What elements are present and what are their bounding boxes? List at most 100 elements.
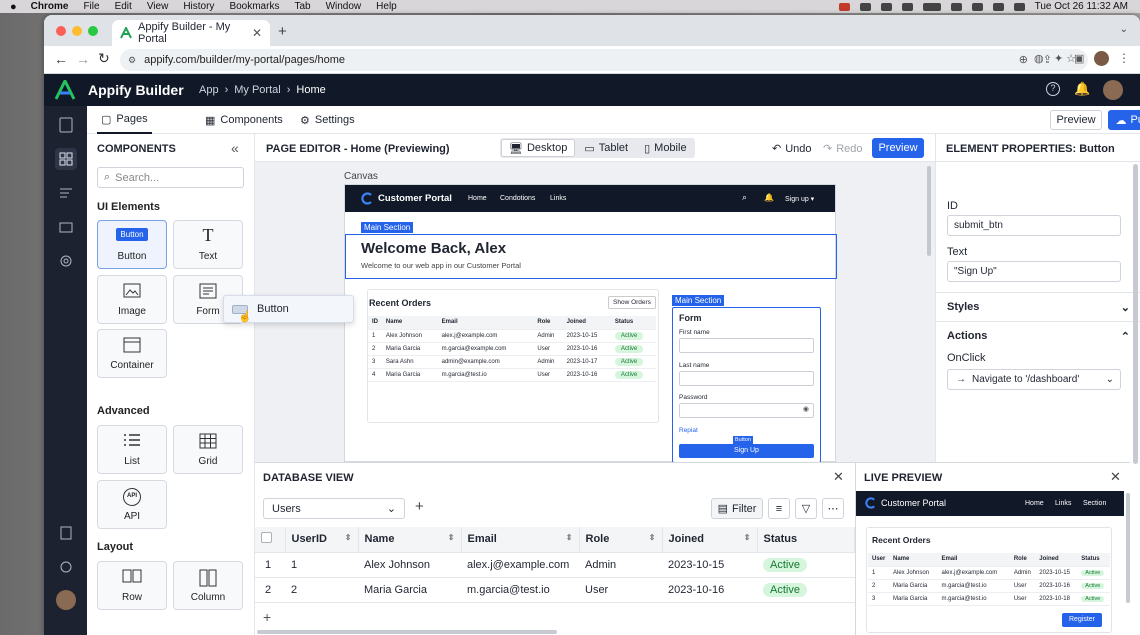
add-row-icon[interactable]: + <box>263 609 271 625</box>
repiat-link[interactable]: Repiat <box>679 427 698 434</box>
site-info-icon[interactable]: ⚙ <box>128 55 136 66</box>
sort-button[interactable]: ≡ <box>768 498 790 519</box>
extension-icon[interactable]: ◍ <box>1034 52 1044 65</box>
breadcrumb-app[interactable]: App <box>199 84 219 96</box>
cell-name[interactable]: Maria Garcia <box>358 577 461 603</box>
apple-icon[interactable]: ● <box>10 1 17 13</box>
back-arrow-icon[interactable]: ← <box>54 51 68 67</box>
menu-tab[interactable]: Tab <box>294 1 310 12</box>
device-tablet[interactable]: ▭ Tablet <box>576 142 636 155</box>
col-role[interactable]: Role ⇕ <box>579 527 663 553</box>
id-input[interactable]: submit_btn <box>947 215 1121 236</box>
button-tag[interactable]: Button <box>733 436 753 444</box>
text-input[interactable]: "Sign Up" <box>947 261 1121 282</box>
component-text-tile[interactable]: T Text <box>173 220 243 269</box>
sidebar-icon[interactable]: ▣ <box>1074 52 1084 65</box>
table-row[interactable]: 4 Maria Garcia m.garcia@test.io User 2023-10… <box>368 368 656 382</box>
component-api-tile[interactable]: API API <box>97 480 167 529</box>
menubar-clock[interactable]: Tue Oct 26 11:32 AM <box>1035 1 1128 12</box>
component-grid-tile[interactable]: Grid <box>173 425 243 474</box>
collapse-panel-icon[interactable]: « <box>231 140 239 156</box>
cell-status[interactable]: Active <box>757 552 855 578</box>
browser-tab[interactable]: Appify Builder - My Portal ✕ <box>112 20 270 46</box>
editor-preview-button[interactable]: Preview <box>872 138 924 158</box>
zoom-icon[interactable]: ⊕ <box>1019 53 1028 66</box>
close-live-preview-icon[interactable]: ✕ <box>1110 469 1121 485</box>
table-row[interactable]: 1 Alex Johnson alex.j@example.com Admin 2023… <box>368 329 656 343</box>
canvas-signup-link[interactable]: Sign up ▾ <box>785 195 814 203</box>
menu-help[interactable]: Help <box>376 1 397 12</box>
live-register-button[interactable]: Register <box>1062 613 1102 627</box>
component-list-tile[interactable]: List <box>97 425 167 474</box>
component-row-tile[interactable]: Row <box>97 561 167 610</box>
menu-edit[interactable]: Edit <box>115 1 132 12</box>
menu-history[interactable]: History <box>183 1 214 12</box>
device-desktop[interactable]: 🖥 Desktop <box>501 139 576 157</box>
col-name[interactable]: Name ⇕ <box>358 527 462 553</box>
filter-button[interactable]: ▤ Filter <box>711 498 763 519</box>
wifi-icon[interactable] <box>950 2 962 11</box>
breadcrumb-home[interactable]: Home <box>296 84 325 96</box>
table-row[interactable]: 2 Maria Garcia m.garcia@test.io User 2023-10… <box>868 579 1110 593</box>
cell-name[interactable]: Alex Johnson <box>358 552 461 578</box>
help-icon[interactable]: ? <box>1046 82 1060 96</box>
tab-components[interactable]: ▦ Components <box>205 106 283 134</box>
live-scrollbar[interactable] <box>1126 493 1130 603</box>
col-userid[interactable]: UserID ⇕ <box>285 527 359 553</box>
reload-icon[interactable]: ↻ <box>98 50 110 67</box>
cell-email[interactable]: m.garcia@test.io <box>461 577 579 603</box>
undo-button[interactable]: ↶ Undo <box>772 142 812 156</box>
component-column-tile[interactable]: Column <box>173 561 243 610</box>
component-search-input[interactable]: ⌕ Search... <box>97 167 244 188</box>
rail-preferences-icon[interactable] <box>55 556 77 578</box>
col-email[interactable]: Email ⇕ <box>461 527 580 553</box>
styles-accordion[interactable]: Styles ⌄ <box>936 293 1140 321</box>
welcome-section[interactable]: Welcome Back, Alex Welcome to our web ap… <box>345 234 837 279</box>
section-tag[interactable]: Main Section <box>361 222 414 233</box>
last-name-input[interactable] <box>679 371 814 386</box>
table-row[interactable]: 1 Alex Johnson alex.j@example.com Admin 2023… <box>868 566 1110 580</box>
live-nav-home[interactable]: Home <box>1025 500 1044 507</box>
control-center-icon[interactable] <box>992 2 1004 11</box>
profile-avatar[interactable] <box>1094 51 1109 66</box>
menu-file[interactable]: File <box>83 1 99 12</box>
onclick-select[interactable]: → Navigate to '/dashboard' ⌄ <box>947 369 1121 390</box>
col-status[interactable]: Status <box>757 527 855 553</box>
table-row[interactable]: 3 Sara Ashn admin@example.com Admin 2023-10-… <box>368 355 656 369</box>
status-app-icon[interactable] <box>880 2 892 11</box>
actions-accordion[interactable]: Actions ⌃ <box>936 322 1140 350</box>
cell-joined[interactable]: 2023-10-16 <box>662 577 757 603</box>
bell-icon[interactable]: 🔔 <box>1074 81 1090 97</box>
cell-userid[interactable]: 2 <box>285 577 358 603</box>
status-app-icon[interactable] <box>859 2 871 11</box>
close-tab-icon[interactable]: ✕ <box>252 26 262 40</box>
zoom-window-button[interactable] <box>88 26 98 36</box>
rail-data-icon[interactable] <box>55 182 77 204</box>
rail-user-avatar[interactable] <box>56 590 76 610</box>
forward-arrow-icon[interactable]: → <box>76 51 90 67</box>
properties-scrollbar[interactable] <box>1133 164 1138 464</box>
bluetooth-icon[interactable] <box>901 2 913 11</box>
cell-email[interactable]: alex.j@example.com <box>461 552 579 578</box>
canvas-nav-home[interactable]: Home <box>468 195 487 202</box>
canvas-nav-links[interactable]: Links <box>550 195 566 202</box>
puzzle-icon[interactable]: ✦ <box>1054 52 1063 65</box>
eye-icon[interactable]: ◉ <box>803 405 809 413</box>
table-row[interactable]: 1 1 Alex Johnson alex.j@example.com Admi… <box>255 552 855 578</box>
form-section-tag[interactable]: Main Section <box>672 295 725 306</box>
menu-view[interactable]: View <box>147 1 169 12</box>
password-input[interactable]: ◉ <box>679 403 814 418</box>
component-container-tile[interactable]: Container <box>97 329 167 378</box>
live-nav-links[interactable]: Links <box>1055 500 1071 507</box>
url-field[interactable]: ⚙ appify.com/builder/my-portal/pages/hom… <box>120 49 1088 71</box>
menu-window[interactable]: Window <box>326 1 362 12</box>
cell-role[interactable]: User <box>579 577 662 603</box>
close-database-icon[interactable]: ✕ <box>833 469 844 485</box>
share-icon[interactable]: ⇪ <box>1043 53 1052 66</box>
canvas-bell-icon[interactable]: 🔔 <box>764 193 774 202</box>
rail-settings-icon[interactable] <box>55 250 77 272</box>
funnel-button[interactable]: ▽ <box>795 498 817 519</box>
component-button-tile[interactable]: Button Button <box>97 220 167 269</box>
first-name-input[interactable] <box>679 338 814 353</box>
table-row[interactable]: 2 Maria Garcia m.garcia@example.com User 202… <box>368 342 656 356</box>
